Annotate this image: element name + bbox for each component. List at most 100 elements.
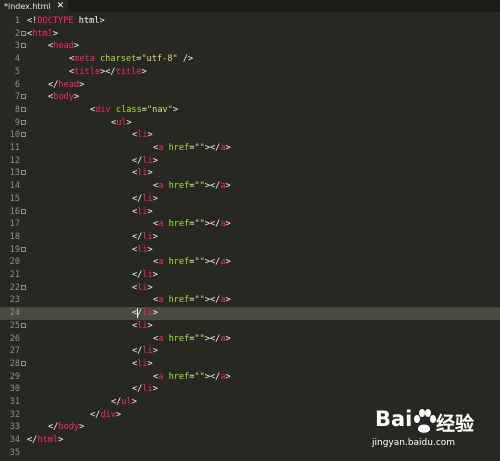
code-token: body (58, 422, 80, 433)
code-text: <a href=""></a> (153, 218, 231, 231)
code-line[interactable]: 4 <meta charset="utf-8" /> (0, 53, 500, 66)
code-text: <body> (48, 91, 79, 104)
code-token: "" (194, 371, 205, 382)
code-text: <a href=""></a> (153, 256, 231, 269)
code-line[interactable]: 16 <li> (0, 206, 500, 219)
close-icon[interactable]: ✕ (57, 1, 65, 11)
code-line[interactable]: 19 <li> (0, 244, 500, 257)
code-token: li (142, 231, 153, 242)
code-line[interactable]: 25 <li> (0, 320, 500, 333)
code-line[interactable]: 17 <a href=""></a> (0, 218, 500, 231)
code-line[interactable]: 26 <a href=""></a> (0, 333, 500, 346)
line-number: 18 (9, 231, 20, 242)
code-token: > (152, 308, 158, 319)
code-text: <li> (132, 244, 153, 257)
code-line[interactable]: 1 <!DOCTYPE html> (0, 15, 500, 28)
code-token: ></ (204, 257, 221, 268)
fold-toggle-icon[interactable] (21, 322, 26, 328)
code-line[interactable]: 5 <title></title> (0, 66, 500, 79)
code-text: </li> (132, 231, 158, 244)
code-text: <li> (132, 206, 153, 219)
code-token: > (58, 435, 64, 446)
code-line[interactable]: 11 <a href=""></a> (0, 142, 500, 155)
code-line[interactable]: 23 <a href=""></a> (0, 294, 500, 307)
code-line[interactable]: 27 </li> (0, 345, 500, 358)
code-token: li (137, 244, 148, 255)
line-number: 11 (9, 143, 20, 153)
line-number: 1 (14, 16, 20, 26)
code-editor[interactable]: 1 <!DOCTYPE html> 2 <html> 3 <head> 4 <meta cha… (0, 12, 500, 461)
code-token: href (168, 371, 190, 382)
code-token: </ (132, 384, 143, 395)
code-token: > (225, 257, 231, 268)
code-token: head (58, 79, 80, 90)
fold-toggle-icon[interactable] (21, 43, 26, 49)
code-token: "utf-8" (141, 54, 178, 65)
fold-toggle-icon[interactable] (21, 360, 26, 366)
code-line[interactable]: 8 <div class="nav"> (0, 104, 500, 117)
code-text: </li> (132, 193, 158, 206)
code-token: > (152, 231, 158, 242)
code-line[interactable]: 18 </li> (0, 231, 500, 244)
code-token: "" (194, 257, 205, 268)
code-text: <li> (132, 282, 153, 295)
fold-toggle-icon[interactable] (21, 119, 26, 125)
fold-toggle-icon[interactable] (21, 94, 26, 100)
code-line[interactable]: 10 <li> (0, 129, 500, 142)
code-token: > (141, 66, 147, 77)
code-token: > (152, 270, 158, 280)
code-line[interactable]: 3 <head> (0, 40, 500, 53)
code-token: "" (194, 143, 205, 153)
code-line[interactable]: 21 </li> (0, 269, 500, 282)
code-token: > (225, 219, 231, 230)
code-line[interactable]: 24 </li> (0, 307, 500, 320)
code-line[interactable]: 7 <body> (0, 91, 500, 104)
code-token: > (225, 295, 231, 306)
fold-toggle-icon[interactable] (21, 30, 26, 36)
fold-toggle-icon[interactable] (21, 106, 26, 112)
code-line[interactable]: 20 <a href=""></a> (0, 256, 500, 269)
code-text: </li> (132, 383, 158, 396)
code-line[interactable]: 22 <li> (0, 282, 500, 295)
code-token: > (225, 333, 231, 344)
code-line[interactable]: 13 <li> (0, 167, 500, 180)
line-number: 15 (9, 193, 20, 204)
code-token: /> (177, 54, 194, 65)
code-token: li (137, 206, 148, 217)
code-token: div (100, 409, 116, 420)
fold-toggle-icon[interactable] (21, 284, 26, 290)
fold-toggle-icon[interactable] (21, 132, 26, 138)
code-line[interactable]: 9 <ul> (0, 117, 500, 130)
line-number: 22 (9, 282, 20, 293)
fold-toggle-icon[interactable] (21, 170, 26, 176)
fold-toggle-icon[interactable] (21, 208, 26, 214)
line-number: 16 (9, 206, 20, 217)
code-token: href (168, 295, 190, 306)
code-token: > (79, 79, 85, 90)
code-line[interactable]: 12 </li> (0, 155, 500, 168)
code-line[interactable]: 2 <html> (0, 28, 500, 41)
code-token: </ (111, 397, 122, 407)
tab-index-html[interactable]: *index.html ✕ (0, 0, 68, 12)
code-token: </ (90, 409, 101, 420)
code-token: html (37, 435, 59, 446)
code-token: </ (132, 193, 143, 204)
code-token: </ (132, 270, 143, 280)
code-line[interactable]: 30 </li> (0, 383, 500, 396)
code-text: <title></title> (69, 66, 147, 79)
code-token: href (168, 333, 190, 344)
code-line[interactable]: 29 <a href=""></a> (0, 371, 500, 384)
code-line[interactable]: 28 <li> (0, 358, 500, 371)
code-line[interactable]: 15 </li> (0, 193, 500, 206)
code-token: title (115, 66, 142, 77)
tab-title[interactable]: *index.html (0, 2, 51, 11)
code-line[interactable]: 14 <a href=""></a> (0, 180, 500, 193)
code-token: "" (194, 219, 205, 230)
code-text: <a href=""></a> (153, 142, 231, 155)
code-token: > (147, 358, 153, 369)
code-line[interactable]: 6 </head> (0, 79, 500, 92)
code-token: "" (194, 181, 205, 192)
fold-toggle-icon[interactable] (21, 246, 26, 252)
line-number: 8 (14, 104, 20, 115)
line-number: 25 (9, 320, 20, 331)
